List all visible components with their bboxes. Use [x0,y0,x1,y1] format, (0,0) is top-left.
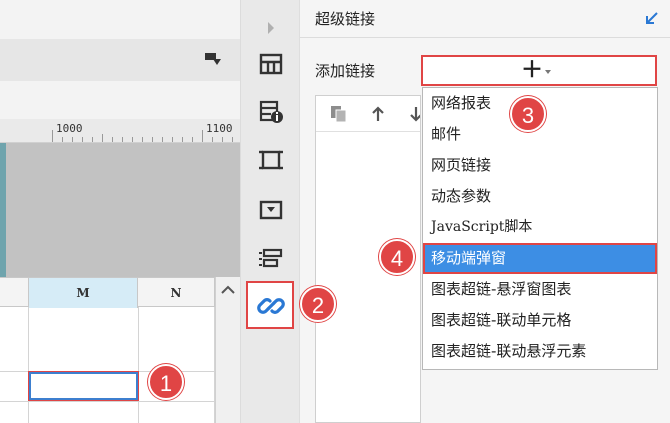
canvas-edge-bar [0,143,6,277]
panel-collapse-icon[interactable] [644,10,660,26]
callout-badge-3: 3 [510,96,546,132]
menu-item-chart-floating[interactable]: 图表超链-悬浮窗图表 [423,274,657,305]
horizontal-ruler: 1000 1100 [0,119,240,143]
column-header-m[interactable]: M [28,278,138,308]
frozen-cells-icon[interactable] [257,50,285,78]
properties-toolbar [240,0,299,423]
column-header-row: M N [0,277,215,308]
move-down-icon[interactable] [408,105,420,123]
callout-badge-1: 1 [148,364,184,400]
designer-canvas-area: 1000 1100 M N [0,0,240,423]
hyperlink-panel: 超级链接 添加链接 ＋ 网络报表 邮件 网页链接 动态参数 JavaScript… [299,0,670,423]
ruler-label-1000: 1000 [56,122,83,135]
widget-icon[interactable] [257,196,285,224]
menu-item-chart-linked-cell[interactable]: 图表超链-联动单元格 [423,305,657,336]
chevron-down-icon [545,70,551,74]
chevron-down-icon [213,59,221,65]
hyperlink-tool-button[interactable] [246,281,294,329]
scroll-up-icon[interactable] [220,283,236,297]
hyperlink-icon [257,292,285,320]
vertical-scrollbar[interactable] [215,277,240,423]
link-list-toolbar [316,96,420,132]
copy-icon[interactable] [330,105,348,123]
report-canvas [0,143,240,277]
add-link-button[interactable]: ＋ [421,55,657,86]
border-icon[interactable] [257,146,285,174]
spreadsheet-grid: M N [0,277,240,423]
plus-icon: ＋ [521,58,544,83]
menu-item-mobile-popup[interactable]: 移动端弹窗 [423,243,657,274]
menu-item-javascript[interactable]: JavaScript脚本 [423,212,657,243]
column-header-n[interactable]: N [138,278,215,308]
collapse-arrow-icon[interactable] [257,14,285,42]
callout-badge-4: 4 [379,239,415,275]
selected-cell[interactable] [29,372,138,400]
panel-title: 超级链接 [315,10,376,28]
layout-icon[interactable] [257,244,285,272]
callout-badge-2: 2 [300,286,336,322]
link-type-menu: 网络报表 邮件 网页链接 动态参数 JavaScript脚本 移动端弹窗 图表超… [422,87,658,370]
menu-item-chart-linked-float[interactable]: 图表超链-联动悬浮元素 [423,336,657,367]
pin-dropdown-button[interactable] [203,51,223,69]
ruler-label-1100: 1100 [206,122,233,135]
cell-info-icon[interactable] [257,98,285,126]
move-up-icon[interactable] [370,105,386,123]
menu-item-dynamic-params[interactable]: 动态参数 [423,181,657,212]
menu-item-web-link[interactable]: 网页链接 [423,150,657,181]
add-link-label: 添加链接 [315,62,376,80]
